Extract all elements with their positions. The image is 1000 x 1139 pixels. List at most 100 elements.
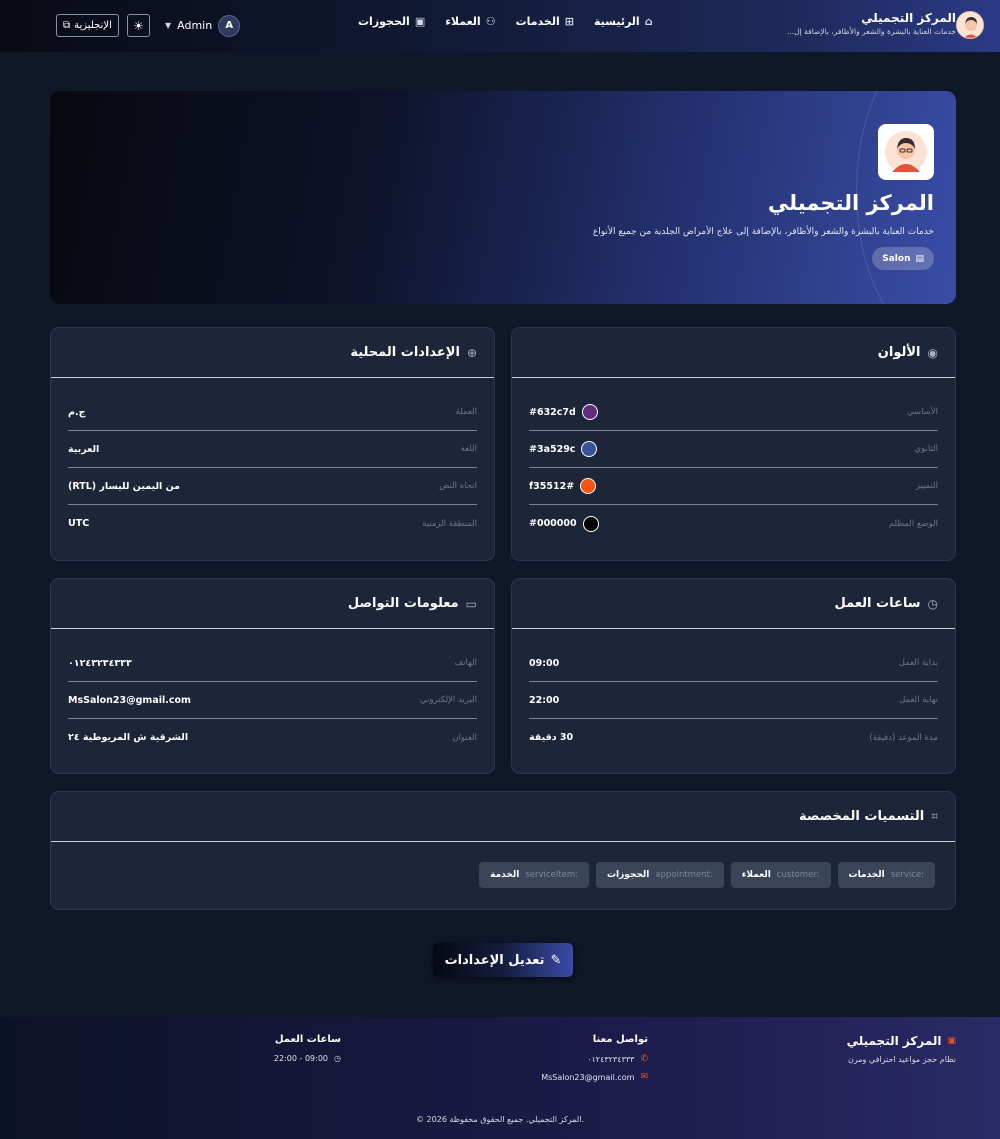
footer-hours: ساعات العمل ◷ 09:00 - 22:00 <box>274 1034 341 1063</box>
tag-key: customer: <box>776 870 820 880</box>
contact-row-email: البريد الإلكتروني MsSalon23@gmail.com <box>68 682 477 719</box>
row-label: البريد الإلكتروني <box>419 695 477 705</box>
row-label: اتجاه النص <box>439 481 477 491</box>
footer-contact-title: تواصل معنا <box>592 1034 648 1045</box>
brand-logo[interactable] <box>956 11 984 39</box>
card-title: ساعات العمل <box>834 596 921 611</box>
row-label: نهاية العمل <box>899 695 938 705</box>
theme-toggle-button[interactable]: ☀ <box>127 14 150 37</box>
contact-card-icon: ▭ <box>465 596 477 611</box>
color-row-primary: الأساسي #632c7d <box>529 394 938 431</box>
mail-icon: ✉ <box>640 1072 648 1082</box>
locale-row-direction: اتجاه النص من اليمين لليسار (RTL) <box>68 468 477 505</box>
footer-contact: تواصل معنا ✆ ٠١٢٤٣٢٣٤٣٣٣ ✉ MsSalon23@gma… <box>541 1034 648 1082</box>
tag-value: الحجوزات <box>607 870 650 880</box>
nav-link-bookings[interactable]: ▣ الحجوزات <box>358 15 425 28</box>
row-label: الوضع المظلم <box>888 518 938 529</box>
avatar: A <box>218 14 241 37</box>
row-label: بداية العمل <box>898 658 938 668</box>
nav-link-label: الرئيسية <box>593 15 640 28</box>
nav-link-home[interactable]: ⌂ الرئيسية <box>594 15 653 28</box>
row-value: من اليمين لليسار (RTL) <box>68 480 180 492</box>
label-tag-appointment: appointment: الحجوزات <box>596 862 724 888</box>
nav-link-label: العملاء <box>445 15 481 28</box>
footer-phone[interactable]: ✆ ٠١٢٤٣٢٣٤٣٣٣ <box>541 1054 648 1064</box>
nav-links: ▣ الحجوزات ⚇ العملاء ⊞ الخدمات ⌂ الرئيسي… <box>358 15 653 28</box>
row-value: ٠١٢٤٣٢٣٤٣٣٣ <box>68 657 132 669</box>
label-tag-service-item: serviceItem: الخدمة <box>479 862 589 888</box>
row-value: #f35512 <box>529 480 575 492</box>
row-value: ج.م <box>68 406 86 418</box>
salon-title: المركز التجميلي <box>767 191 934 215</box>
nav-link-label: الحجوزات <box>358 15 410 28</box>
row-value: العربية <box>68 443 100 455</box>
locale-settings-card: ⊕ الإعدادات المحلية العملة ج.م اللغة الع… <box>50 327 495 561</box>
card-title: الإعدادات المحلية <box>350 345 460 360</box>
row-value: UTC <box>68 518 90 529</box>
tag-icon: ⌗ <box>931 809 938 823</box>
tag-key: appointment: <box>655 870 713 880</box>
edit-settings-button[interactable]: ✎ تعديل الإعدادات <box>433 943 573 977</box>
badge-label: Salon <box>882 253 911 264</box>
color-swatch <box>581 441 598 457</box>
tag-key: service: <box>890 870 924 880</box>
top-navbar: ⧉ الإنجليزية ☀ ▼ Admin A ▣ الحجوزات ⚇ ال… <box>0 0 1000 52</box>
user-name: Admin <box>177 19 213 32</box>
row-label: اللغة <box>460 444 477 454</box>
card-title: معلومات التواصل <box>347 596 459 611</box>
grid-icon: ⊞ <box>564 15 574 28</box>
brand[interactable]: المركز التجميلي خدمات العناية بالبشرة وا… <box>787 11 956 36</box>
nav-link-services[interactable]: ⊞ الخدمات <box>516 15 574 28</box>
avatar-illustration-icon <box>885 131 927 173</box>
color-row-dark-mode: الوضع المظلم #000000 <box>529 505 938 542</box>
sun-icon: ☀ <box>133 18 144 33</box>
card-header: ◉ الألوان <box>512 328 955 378</box>
card-title: التسميات المخصصة <box>798 809 925 824</box>
card-header: ⌗ التسميات المخصصة <box>51 792 955 842</box>
language-toggle-button[interactable]: ⧉ الإنجليزية <box>56 14 119 37</box>
palette-icon: ◉ <box>927 345 938 360</box>
tag-value: الخدمات <box>848 870 885 880</box>
edit-settings-label: تعديل الإعدادات <box>444 952 545 968</box>
tag-value: العملاء <box>741 870 771 880</box>
row-value: MsSalon23@gmail.com <box>68 694 191 706</box>
footer-email[interactable]: ✉ MsSalon23@gmail.com <box>541 1072 648 1082</box>
nav-link-label: الخدمات <box>515 15 560 28</box>
row-label: التمييز <box>915 481 938 491</box>
footer-hours-line: ◷ 09:00 - 22:00 <box>274 1054 341 1063</box>
brand-subtitle: خدمات العناية بالبشرة والشعر والأظافر، ب… <box>787 27 956 36</box>
color-row-accent: التمييز #f35512 <box>529 468 938 505</box>
business-type-badge: ▤ Salon <box>872 247 934 270</box>
custom-labels-card: ⌗ التسميات المخصصة service: الخدمات cust… <box>50 791 956 910</box>
card-title: الألوان <box>877 345 921 360</box>
calendar-icon: ▣ <box>947 1036 956 1046</box>
label-tag-customer: customer: العملاء <box>730 862 831 888</box>
globe-icon: ⊕ <box>466 345 477 360</box>
row-value: #000000 <box>529 518 577 529</box>
row-label: المنطقة الزمنية <box>422 518 477 529</box>
footer-hours-text: 09:00 - 22:00 <box>273 1054 329 1063</box>
color-swatch <box>582 515 599 532</box>
row-value: 30 دقيقة <box>529 732 574 743</box>
row-label: العملة <box>455 407 477 417</box>
calendar-icon: ▣ <box>414 15 426 28</box>
tag-key: serviceItem: <box>525 870 578 880</box>
footer-brand-title: المركز التجميلي <box>846 1034 942 1048</box>
phone-icon: ✆ <box>640 1054 648 1064</box>
building-icon: ▤ <box>915 253 924 264</box>
row-value: #632c7d <box>529 406 576 418</box>
footer-hours-title: ساعات العمل <box>274 1034 341 1045</box>
row-value: 09:00 <box>529 657 560 669</box>
nav-link-customers[interactable]: ⚇ العملاء <box>445 15 495 28</box>
user-menu[interactable]: ▼ Admin A <box>165 14 241 37</box>
contact-row-address: العنوان الشرقية ش المريوطية ٢٤ <box>68 719 477 756</box>
users-icon: ⚇ <box>485 15 496 28</box>
contact-row-phone: الهاتف ٠١٢٤٣٢٣٤٣٣٣ <box>68 645 477 682</box>
salon-logo <box>878 124 934 180</box>
row-value: #3a529c <box>529 443 576 455</box>
footer: ▣ المركز التجميلي نظام حجز مواعيد احتراف… <box>0 1017 1000 1139</box>
footer-email-text: MsSalon23@gmail.com <box>541 1072 635 1082</box>
card-header: ▭ معلومات التواصل <box>51 579 494 629</box>
footer-brand-text: نظام حجز مواعيد احترافي ومرن <box>847 1055 956 1064</box>
language-label: الإنجليزية <box>74 20 112 31</box>
